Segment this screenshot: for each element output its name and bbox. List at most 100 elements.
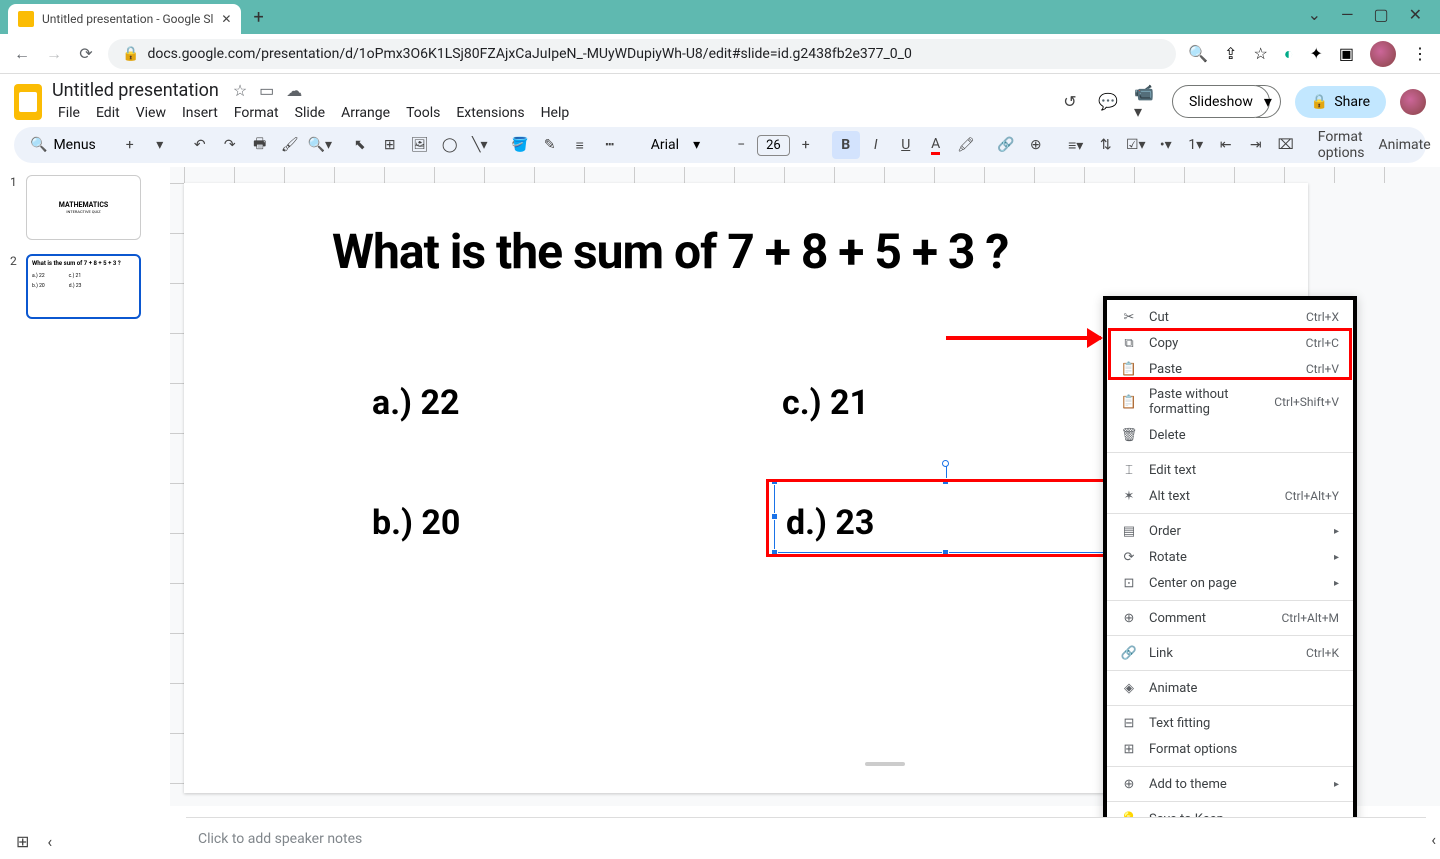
menu-format[interactable]: Format — [228, 103, 285, 123]
font-size-input[interactable]: 26 — [757, 135, 790, 156]
ctx-paste[interactable]: 📋PasteCtrl+V — [1107, 356, 1353, 382]
ctx-link[interactable]: 🔗LinkCtrl+K — [1107, 640, 1353, 666]
slide-thumbnail-2[interactable]: What is the sum of 7 + 8 + 5 + 3 ? a.) 2… — [26, 254, 141, 319]
star-icon[interactable]: ☆ — [233, 81, 247, 100]
insert-comment-button[interactable]: ⊕ — [1022, 131, 1050, 159]
decrease-indent-button[interactable]: ⇤ — [1212, 131, 1240, 159]
ctx-comment[interactable]: ⊕CommentCtrl+Alt+M — [1107, 605, 1353, 631]
reload-icon[interactable]: ⟳ — [76, 44, 96, 64]
extensions-icon[interactable]: ✦ — [1309, 44, 1322, 63]
ctx-order[interactable]: ▤Order▸ — [1107, 518, 1353, 544]
sidepanel-icon[interactable]: ▣ — [1339, 44, 1354, 63]
font-family-select[interactable]: Arial▾ — [636, 134, 715, 156]
collapse-filmstrip-icon[interactable]: ‹ — [47, 832, 52, 851]
line-spacing-button[interactable]: ⇅ — [1092, 131, 1120, 159]
numbered-list-button[interactable]: 1▾ — [1182, 131, 1210, 159]
border-dash-button[interactable]: ┅ — [596, 131, 624, 159]
answer-a[interactable]: a.) 22 — [372, 383, 459, 423]
redo-button[interactable]: ↷ — [216, 131, 244, 159]
profile-avatar-icon[interactable] — [1370, 41, 1396, 67]
ctx-text-fitting[interactable]: ⊟Text fitting — [1107, 710, 1353, 736]
text-color-button[interactable]: A — [922, 131, 950, 159]
increase-font-button[interactable]: + — [792, 131, 820, 159]
resize-handle[interactable] — [771, 513, 778, 520]
share-url-icon[interactable]: ⇪ — [1224, 44, 1237, 63]
bulleted-list-button[interactable]: •▾ — [1152, 131, 1180, 159]
zoom-button[interactable]: 🔍▾ — [306, 131, 334, 159]
underline-button[interactable]: U — [892, 131, 920, 159]
resize-handle[interactable] — [771, 478, 778, 485]
history-icon[interactable]: ↺ — [1058, 90, 1082, 114]
ctx-rotate[interactable]: ⟳Rotate▸ — [1107, 544, 1353, 570]
minimize-icon[interactable]: — — [1341, 5, 1354, 24]
menu-extensions[interactable]: Extensions — [450, 103, 530, 123]
cloud-status-icon[interactable]: ☁ — [286, 81, 302, 100]
extension-icon[interactable]: ◐ — [1284, 44, 1294, 64]
account-avatar-icon[interactable] — [1400, 89, 1426, 115]
highlight-button[interactable]: 🖍 — [952, 131, 980, 159]
slideshow-dropdown[interactable]: ▾ — [1256, 85, 1281, 118]
align-button[interactable]: ≡▾ — [1062, 131, 1090, 159]
image-tool[interactable]: 🖼 — [406, 131, 434, 159]
shape-tool[interactable]: ◯ — [436, 131, 464, 159]
ctx-alt-text[interactable]: ✶Alt textCtrl+Alt+Y — [1107, 483, 1353, 509]
kebab-icon[interactable]: ⋮ — [1412, 44, 1428, 63]
increase-indent-button[interactable]: ⇥ — [1242, 131, 1270, 159]
forward-icon[interactable]: → — [44, 44, 64, 64]
menu-tools[interactable]: Tools — [400, 103, 446, 123]
ctx-center[interactable]: ⊡Center on page▸ — [1107, 570, 1353, 596]
grid-view-icon[interactable]: ⊞ — [16, 832, 29, 851]
paint-format-button[interactable]: 🖌 — [276, 131, 304, 159]
address-bar[interactable]: 🔒 docs.google.com/presentation/d/1oPmx3O… — [108, 39, 1176, 69]
insert-link-button[interactable]: 🔗 — [992, 131, 1020, 159]
menu-edit[interactable]: Edit — [90, 103, 126, 123]
undo-button[interactable]: ↶ — [186, 131, 214, 159]
rotation-handle[interactable] — [942, 460, 949, 467]
textbox-tool[interactable]: ⊞ — [376, 131, 404, 159]
ctx-copy[interactable]: ⧉CopyCtrl+C — [1107, 330, 1353, 356]
print-button[interactable]: 🖶 — [246, 131, 274, 159]
new-slide-button[interactable]: + — [116, 131, 144, 159]
menu-slide[interactable]: Slide — [289, 103, 331, 123]
back-icon[interactable]: ← — [12, 44, 32, 64]
ctx-format-options[interactable]: ⊞Format options — [1107, 736, 1353, 762]
menu-view[interactable]: View — [130, 103, 172, 123]
resize-handle[interactable] — [771, 549, 778, 556]
search-menus[interactable]: 🔍 Menus — [22, 137, 104, 153]
document-title[interactable]: Untitled presentation — [52, 80, 219, 101]
ctx-edit-text[interactable]: ⌶Edit text — [1107, 457, 1353, 483]
format-options-button[interactable]: Format options — [1312, 131, 1371, 159]
bold-button[interactable]: B — [832, 131, 860, 159]
menu-help[interactable]: Help — [535, 103, 576, 123]
resize-handle[interactable] — [942, 478, 949, 485]
comments-icon[interactable]: 💬 — [1096, 90, 1120, 114]
decrease-font-button[interactable]: − — [727, 131, 755, 159]
selection-box[interactable] — [774, 481, 1118, 553]
slides-logo-icon[interactable] — [14, 84, 42, 120]
clear-formatting-button[interactable]: ⌧ — [1272, 131, 1300, 159]
new-tab-button[interactable]: + — [253, 7, 263, 34]
close-window-icon[interactable]: ✕ — [1409, 5, 1422, 24]
ctx-delete[interactable]: 🗑Delete — [1107, 422, 1353, 448]
answer-b[interactable]: b.) 20 — [372, 503, 460, 543]
slide-thumbnail-1[interactable]: MATHEMATICS INTERACTIVE QUIZ — [26, 175, 141, 240]
new-slide-dropdown[interactable]: ▾ — [146, 131, 174, 159]
fill-color-button[interactable]: 🪣 — [506, 131, 534, 159]
border-weight-button[interactable]: ≡ — [566, 131, 594, 159]
zoom-icon[interactable]: 🔍 — [1188, 44, 1208, 63]
ctx-animate[interactable]: ◈Animate — [1107, 675, 1353, 701]
notes-splitter[interactable] — [865, 762, 905, 766]
explore-icon[interactable]: ‹ — [1431, 830, 1436, 849]
close-tab-icon[interactable]: ✕ — [221, 12, 231, 26]
checklist-button[interactable]: ☑▾ — [1122, 131, 1150, 159]
line-tool[interactable]: ╲▾ — [466, 131, 494, 159]
speaker-notes[interactable]: Click to add speaker notes — [186, 817, 1426, 859]
ctx-paste-no-format[interactable]: 📋Paste without formattingCtrl+Shift+V — [1107, 382, 1353, 422]
ctx-add-theme[interactable]: ⊕Add to theme▸ — [1107, 771, 1353, 797]
bookmark-icon[interactable]: ☆ — [1253, 44, 1267, 63]
browser-tab[interactable]: Untitled presentation - Google Sl ✕ — [8, 4, 241, 34]
ctx-cut[interactable]: ✂CutCtrl+X — [1107, 304, 1353, 330]
italic-button[interactable]: I — [862, 131, 890, 159]
menu-file[interactable]: File — [52, 103, 86, 123]
border-color-button[interactable]: ✎ — [536, 131, 564, 159]
